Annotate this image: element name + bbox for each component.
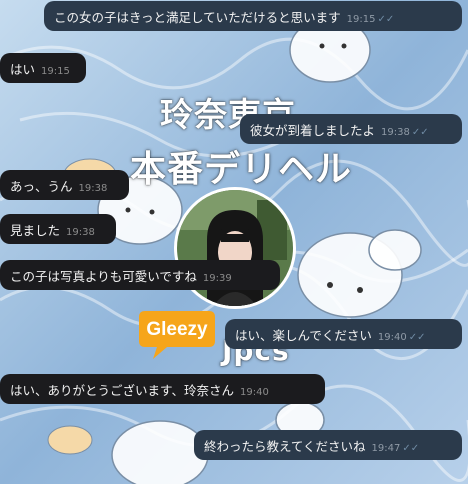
message-bubble-incoming[interactable]: あっ、うん 19:38 [0,170,129,200]
wallpaper-title-line2: 本番デリヘル [130,149,353,190]
double-check-icon: ✓✓ [377,13,395,25]
double-check-icon: ✓✓ [408,331,426,343]
message-text: はい [10,61,36,77]
message-bubble-outgoing[interactable]: この女の子はきっと満足していただけると思います 19:15 ✓✓ [44,1,462,31]
message-time: 19:40 [377,331,407,343]
message-text: この女の子はきっと満足していただけると思います [54,9,341,25]
message-text: あっ、うん [10,178,73,194]
message-text: はい、ありがとうございます、玲奈さん [10,382,235,398]
message-bubble-incoming[interactable]: はい、ありがとうございます、玲奈さん 19:40 [0,374,325,404]
message-text: 彼女が到着しましたよ [250,122,376,138]
message-time: 19:40 [240,386,269,398]
message-text: はい、楽しんでください [235,327,372,343]
gleezy-logo-text: Gleezy [146,319,208,340]
message-time: 19:47 [371,442,401,454]
message-time: 19:38 [381,126,410,138]
message-text: 見ました [10,222,61,238]
message-time: 19:38 [78,182,108,194]
double-check-icon: ✓✓ [402,442,420,454]
message-time: 19:38 [66,226,95,238]
message-text: 終わったら教えてくださいね [204,438,366,454]
message-bubble-outgoing[interactable]: 終わったら教えてくださいね 19:47 ✓✓ [194,430,462,460]
message-time: 19:15 [346,13,376,25]
message-bubble-incoming[interactable]: はい 19:15 [0,53,86,83]
message-bubble-outgoing[interactable]: 彼女が到着しましたよ 19:38 ✓✓ [240,114,462,144]
message-text: この子は写真よりも可愛いですね [10,268,197,284]
message-bubble-incoming[interactable]: この子は写真よりも可愛いですね 19:39 [0,260,280,290]
double-check-icon: ✓✓ [411,126,429,138]
message-bubble-outgoing[interactable]: はい、楽しんでください 19:40 ✓✓ [225,319,462,349]
message-time: 19:15 [41,65,70,77]
message-time: 19:39 [202,272,232,284]
message-bubble-incoming[interactable]: 見ました 19:38 [0,214,116,244]
